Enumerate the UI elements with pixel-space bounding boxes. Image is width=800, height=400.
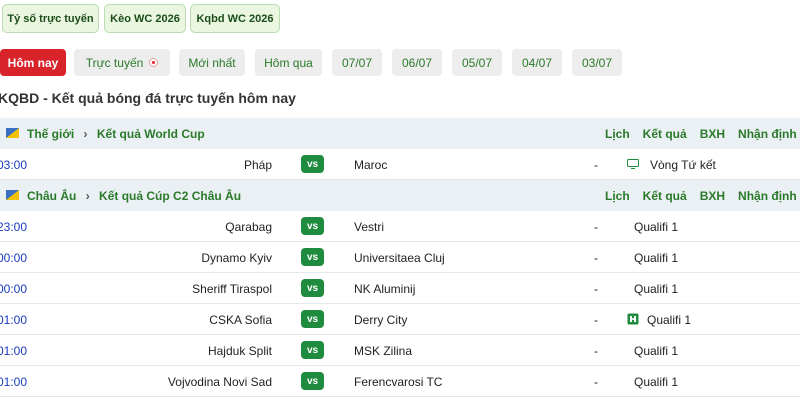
away-team[interactable]: Derry City (354, 313, 407, 327)
link-schedule[interactable]: Lịch (605, 127, 630, 141)
match-row[interactable]: 01:00 Hajduk Split vs MSK Zilina - Quali… (0, 335, 800, 366)
tab-latest[interactable]: Mới nhất (179, 49, 245, 76)
match-round: Qualifi 1 (634, 282, 679, 296)
league-header: Thế giới › Kết quả World Cup Lịch Kết qu… (0, 118, 800, 149)
match-time: 01:00 (0, 313, 28, 327)
away-team[interactable]: Universitaea Cluj (354, 251, 445, 265)
pill-odds-wc-2026[interactable]: Kèo WC 2026 (104, 4, 186, 33)
home-team[interactable]: Dynamo Kyiv (201, 251, 272, 265)
tab-date-0307[interactable]: 03/07 (572, 49, 622, 76)
tab-live-label: Trực tuyến (85, 55, 144, 70)
match-round: Qualifi 1 (634, 220, 679, 234)
league-links: Lịch Kết quả BXH Nhận định (605, 127, 800, 141)
vs-badge[interactable]: vs (301, 248, 324, 266)
away-team[interactable]: MSK Zilina (354, 344, 412, 358)
match-score: - (594, 313, 598, 327)
match-score: - (594, 282, 598, 296)
europe-flag-icon (6, 190, 19, 200)
match-row[interactable]: 00:00 Dynamo Kyiv vs Universitaea Cluj -… (0, 242, 800, 273)
tab-date-0407[interactable]: 04/07 (512, 49, 562, 76)
match-score: - (594, 375, 598, 389)
vs-badge[interactable]: vs (301, 341, 324, 359)
link-schedule[interactable]: Lịch (605, 189, 630, 203)
league-name: Thế giới › Kết quả World Cup (27, 127, 205, 141)
match-row[interactable]: 00:00 Sheriff Tiraspol vs NK Aluminij - … (0, 273, 800, 304)
pill-live-scores[interactable]: Tỷ số trực tuyến (2, 4, 99, 33)
link-standings[interactable]: BXH (700, 189, 725, 203)
field-icon[interactable] (627, 313, 639, 325)
match-score: - (594, 251, 598, 265)
date-tabs: Hôm nay Trực tuyến Mới nhất Hôm qua 07/0… (0, 49, 800, 76)
tab-date-0607[interactable]: 06/07 (392, 49, 442, 76)
match-time: 01:00 (0, 344, 28, 358)
league-links: Lịch Kết quả BXH Nhận định (605, 189, 800, 203)
vs-badge[interactable]: vs (301, 155, 324, 173)
home-team[interactable]: Pháp (244, 158, 272, 172)
chevron-right-icon: › (83, 126, 88, 141)
match-row[interactable]: 01:00 Vojvodina Novi Sad vs Ferencvarosi… (0, 366, 800, 397)
chevron-right-icon: › (85, 188, 90, 203)
match-round: Qualifi 1 (634, 251, 679, 265)
match-score: - (594, 158, 598, 172)
pill-results-wc-2026[interactable]: Kqbd WC 2026 (190, 4, 280, 33)
world-flag-icon (6, 128, 19, 138)
match-score: - (594, 220, 598, 234)
live-dot-icon (149, 58, 159, 67)
tab-date-0507[interactable]: 05/07 (452, 49, 502, 76)
league-competition-link[interactable]: Kết quả Cúp C2 Châu Âu (99, 189, 241, 203)
link-results[interactable]: Kết quả (643, 127, 687, 141)
match-round: Qualifi 1 (634, 375, 679, 389)
home-team[interactable]: Sheriff Tiraspol (192, 282, 272, 296)
match-time: 00:00 (0, 251, 28, 265)
league-region-link[interactable]: Thế giới (27, 127, 74, 141)
home-team[interactable]: Qarabag (225, 220, 272, 234)
match-time: 03:00 (0, 158, 28, 172)
league-header: Châu Âu › Kết quả Cúp C2 Châu Âu Lịch Kế… (0, 180, 800, 211)
match-score: - (594, 344, 598, 358)
match-time: 01:00 (0, 375, 28, 389)
league-region-link[interactable]: Châu Âu (27, 189, 76, 203)
home-team[interactable]: Hajduk Split (208, 344, 272, 358)
match-row[interactable]: 23:00 Qarabag vs Vestri - Qualifi 1 (0, 211, 800, 242)
tab-date-0707[interactable]: 07/07 (332, 49, 382, 76)
tab-yesterday[interactable]: Hôm qua (255, 49, 322, 76)
league-competition-link[interactable]: Kết quả World Cup (97, 127, 205, 141)
vs-badge[interactable]: vs (301, 310, 324, 328)
home-team[interactable]: Vojvodina Novi Sad (168, 375, 272, 389)
vs-badge[interactable]: vs (301, 279, 324, 297)
match-row[interactable]: 01:00 CSKA Sofia vs Derry City - Qualifi… (0, 304, 800, 335)
match-round: Vòng Tứ kết (650, 158, 716, 172)
away-team[interactable]: Ferencvarosi TC (354, 375, 442, 389)
link-standings[interactable]: BXH (700, 127, 725, 141)
link-predictions[interactable]: Nhận định (738, 127, 797, 141)
match-time: 00:00 (0, 282, 28, 296)
link-predictions[interactable]: Nhận định (738, 189, 797, 203)
away-team[interactable]: NK Aluminij (354, 282, 415, 296)
vs-badge[interactable]: vs (301, 372, 324, 390)
tv-icon[interactable] (627, 158, 639, 170)
tab-today[interactable]: Hôm nay (0, 49, 66, 76)
away-team[interactable]: Maroc (354, 158, 387, 172)
match-time: 23:00 (0, 220, 28, 234)
vs-badge[interactable]: vs (301, 217, 324, 235)
home-team[interactable]: CSKA Sofia (209, 313, 272, 327)
page-title: KQBD - Kết quả bóng đá trực tuyến hôm na… (0, 90, 296, 106)
away-team[interactable]: Vestri (354, 220, 384, 234)
match-row[interactable]: 03:00 Pháp vs Maroc - Vòng Tứ kết (0, 149, 800, 180)
tab-live[interactable]: Trực tuyến (74, 49, 170, 76)
match-round: Qualifi 1 (634, 344, 679, 358)
league-name: Châu Âu › Kết quả Cúp C2 Châu Âu (27, 189, 241, 203)
top-pills: Tỷ số trực tuyến Kèo WC 2026 Kqbd WC 202… (0, 4, 800, 34)
match-round: Qualifi 1 (647, 313, 692, 327)
link-results[interactable]: Kết quả (643, 189, 687, 203)
